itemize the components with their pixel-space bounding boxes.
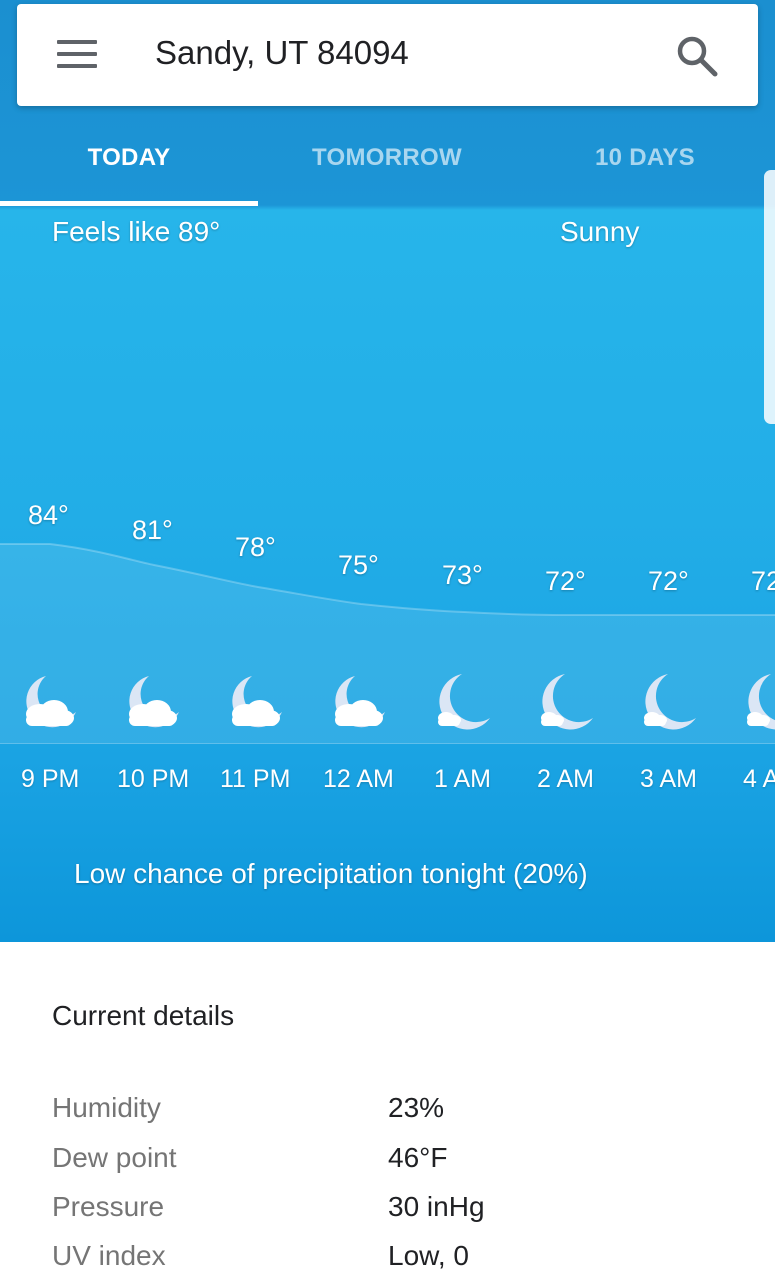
hourly-divider [0, 743, 775, 744]
hourly-temp: 72° [648, 566, 689, 596]
temperature-curve [0, 543, 775, 743]
hourly-time: 12 AM [323, 765, 394, 793]
moon-small-cloud-icon [747, 674, 775, 730]
detail-label-pressure: Pressure [52, 1191, 165, 1222]
detail-value-uv-index: Low, 0 [388, 1240, 469, 1271]
hourly-time: 3 AM [640, 765, 697, 793]
moon-cloud-icon [335, 676, 385, 728]
hourly-temp: 81° [132, 515, 173, 545]
current-details-title: Current details [52, 1000, 235, 1031]
hourly-time: 9 PM [21, 765, 80, 793]
moon-cloud-icon [232, 676, 282, 728]
moon-cloud-icon [129, 676, 179, 728]
hourly-time: 2 AM [537, 765, 594, 793]
detail-value-pressure: 30 inHg [388, 1191, 485, 1222]
detail-label-uv-index: UV index [52, 1240, 166, 1271]
detail-value-humidity: 23% [388, 1092, 445, 1123]
detail-value-dew-point: 46°F [388, 1142, 448, 1173]
hourly-temp: 78° [235, 532, 276, 562]
detail-label-humidity: Humidity [52, 1092, 161, 1123]
hourly-temp: 75° [338, 550, 379, 580]
moon-cloud-icon [26, 676, 76, 728]
moon-small-cloud-icon [438, 674, 490, 730]
hourly-time: 11 PM [220, 765, 291, 793]
moon-small-cloud-icon [541, 674, 593, 730]
hourly-time: 10 PM [117, 765, 190, 793]
hourly-temp: 73° [442, 560, 483, 590]
hourly-temp: 72° [545, 566, 586, 596]
hourly-time: 1 AM [434, 765, 491, 793]
precipitation-summary: Low chance of precipitation tonight (20%… [74, 858, 588, 889]
hourly-temp: 72 [751, 566, 775, 596]
weather-panel: Sandy, UT 84094 TODAY TOMORROW 10 DAYS F… [0, 0, 775, 942]
detail-label-dew-point: Dew point [52, 1142, 177, 1173]
hourly-time: 4 A [743, 765, 775, 793]
moon-small-cloud-icon [644, 674, 696, 730]
hourly-temp: 84° [28, 500, 69, 530]
